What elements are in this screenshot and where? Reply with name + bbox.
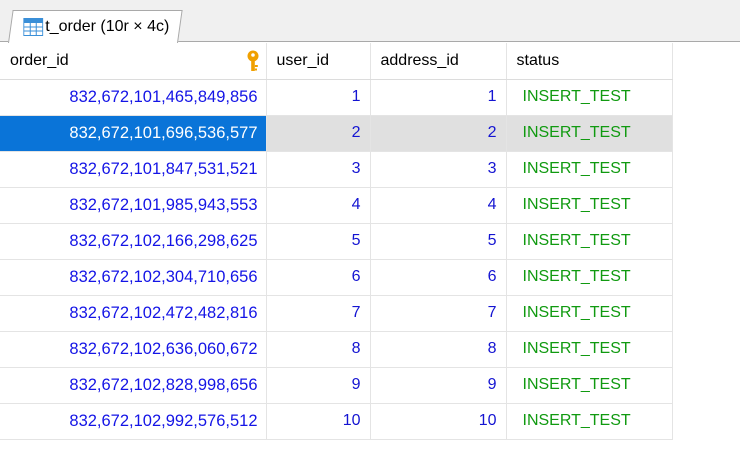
status-cell[interactable]: INSERT_TEST xyxy=(506,259,673,296)
address-id-cell[interactable]: 2 xyxy=(370,115,507,152)
user-id-cell[interactable]: 6 xyxy=(266,259,371,296)
column-header-order-id[interactable]: order_id xyxy=(0,43,267,80)
status-cell[interactable]: INSERT_TEST xyxy=(506,115,673,152)
order-id-cell[interactable]: 832,672,102,828,998,656 xyxy=(0,367,267,404)
status-cell[interactable]: INSERT_TEST xyxy=(506,331,673,368)
status-cell[interactable]: INSERT_TEST xyxy=(506,295,673,332)
order-id-cell[interactable]: 832,672,101,847,531,521 xyxy=(0,151,267,188)
table-row[interactable]: 832,672,101,465,849,856 1 1 INSERT_TEST xyxy=(0,79,673,116)
table-row[interactable]: 832,672,102,636,060,672 8 8 INSERT_TEST xyxy=(0,331,673,368)
header-row: order_id user_id address_id status xyxy=(0,43,673,80)
address-id-cell[interactable]: 4 xyxy=(370,187,507,224)
user-id-cell[interactable]: 9 xyxy=(266,367,371,404)
table-row[interactable]: 832,672,102,828,998,656 9 9 INSERT_TEST xyxy=(0,367,673,404)
user-id-cell[interactable]: 8 xyxy=(266,331,371,368)
address-id-cell[interactable]: 9 xyxy=(370,367,507,404)
order-id-cell[interactable]: 832,672,102,636,060,672 xyxy=(0,331,267,368)
order-id-cell[interactable]: 832,672,102,992,576,512 xyxy=(0,403,267,440)
status-cell[interactable]: INSERT_TEST xyxy=(506,79,673,116)
address-id-cell[interactable]: 5 xyxy=(370,223,507,260)
user-id-cell[interactable]: 10 xyxy=(266,403,371,440)
order-id-cell[interactable]: 832,672,101,985,943,553 xyxy=(0,187,267,224)
status-cell[interactable]: INSERT_TEST xyxy=(506,187,673,224)
primary-key-icon xyxy=(246,50,260,77)
user-id-cell[interactable]: 5 xyxy=(266,223,371,260)
column-label: user_id xyxy=(276,51,329,69)
status-cell[interactable]: INSERT_TEST xyxy=(506,151,673,188)
table-row[interactable]: 832,672,102,166,298,625 5 5 INSERT_TEST xyxy=(0,223,673,260)
user-id-cell[interactable]: 3 xyxy=(266,151,371,188)
user-id-cell[interactable]: 7 xyxy=(266,295,371,332)
status-cell[interactable]: INSERT_TEST xyxy=(506,403,673,440)
result-grid: order_id user_id address_id status 832,6… xyxy=(0,43,673,440)
column-label: order_id xyxy=(10,51,69,69)
table-row[interactable]: 832,672,101,985,943,553 4 4 INSERT_TEST xyxy=(0,187,673,224)
column-header-user-id[interactable]: user_id xyxy=(266,43,371,80)
user-id-cell[interactable]: 1 xyxy=(266,79,371,116)
user-id-cell[interactable]: 4 xyxy=(266,187,371,224)
user-id-cell[interactable]: 2 xyxy=(266,115,371,152)
column-header-address-id[interactable]: address_id xyxy=(370,43,507,80)
tab-title: t_order (10r × 4c) xyxy=(45,18,170,35)
status-cell[interactable]: INSERT_TEST xyxy=(506,367,673,404)
column-label: address_id xyxy=(380,51,459,69)
table-grid-icon xyxy=(23,18,44,36)
address-id-cell[interactable]: 6 xyxy=(370,259,507,296)
address-id-cell[interactable]: 7 xyxy=(370,295,507,332)
table-row[interactable]: 832,672,102,304,710,656 6 6 INSERT_TEST xyxy=(0,259,673,296)
table-row[interactable]: 832,672,102,472,482,816 7 7 INSERT_TEST xyxy=(0,295,673,332)
tab-strip: t_order (10r × 4c) xyxy=(0,0,740,43)
order-id-cell[interactable]: 832,672,101,696,536,577 xyxy=(0,115,267,152)
column-header-status[interactable]: status xyxy=(506,43,673,80)
status-cell[interactable]: INSERT_TEST xyxy=(506,223,673,260)
tab-t-order[interactable]: t_order (10r × 4c) xyxy=(8,10,183,43)
order-id-cell[interactable]: 832,672,101,465,849,856 xyxy=(0,79,267,116)
table-row-selected[interactable]: 832,672,101,696,536,577 2 2 INSERT_TEST xyxy=(0,115,673,152)
address-id-cell[interactable]: 3 xyxy=(370,151,507,188)
table-row[interactable]: 832,672,101,847,531,521 3 3 INSERT_TEST xyxy=(0,151,673,188)
address-id-cell[interactable]: 1 xyxy=(370,79,507,116)
order-id-cell[interactable]: 832,672,102,304,710,656 xyxy=(0,259,267,296)
address-id-cell[interactable]: 8 xyxy=(370,331,507,368)
order-id-cell[interactable]: 832,672,102,166,298,625 xyxy=(0,223,267,260)
address-id-cell[interactable]: 10 xyxy=(370,403,507,440)
column-label: status xyxy=(516,51,560,69)
table-row[interactable]: 832,672,102,992,576,512 10 10 INSERT_TES… xyxy=(0,403,673,440)
order-id-cell[interactable]: 832,672,102,472,482,816 xyxy=(0,295,267,332)
